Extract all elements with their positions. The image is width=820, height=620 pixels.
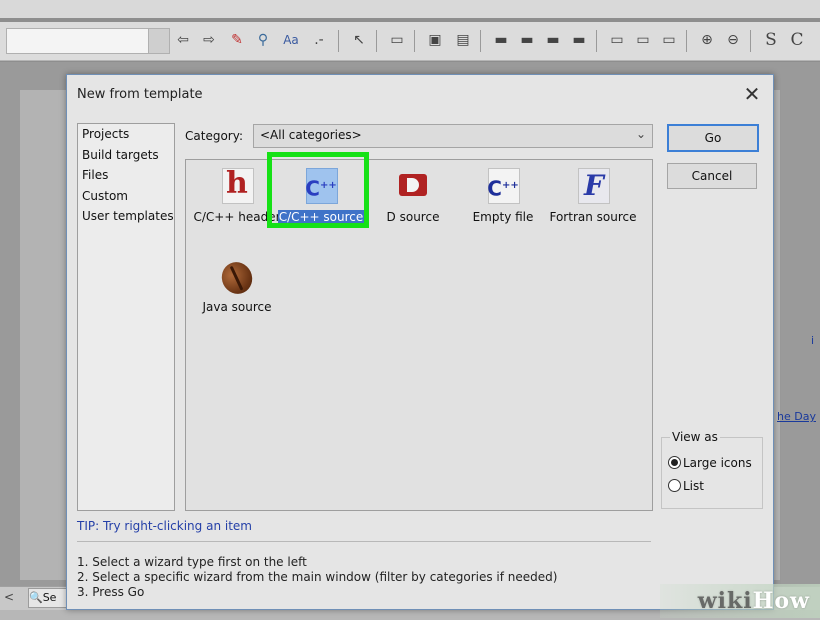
template-item-fortran-source[interactable]: F Fortran source xyxy=(548,164,638,236)
template-item-empty-file[interactable]: C++ Empty file xyxy=(458,164,548,236)
watermark-how: How xyxy=(752,588,810,614)
box-icon[interactable]: ▭ xyxy=(386,30,408,50)
search-icon: 🔍 xyxy=(29,591,43,604)
template-item-label: Java source xyxy=(202,300,272,314)
zoom-in-icon[interactable]: ⊕ xyxy=(696,30,718,50)
window-top-bar xyxy=(0,0,820,18)
instructions: 1. Select a wizard type first on the lef… xyxy=(77,555,557,600)
watermark-wiki: wiki xyxy=(697,588,753,614)
radio-label: Large icons xyxy=(683,456,752,470)
toolbar-separator xyxy=(596,30,597,52)
c-header-icon: h xyxy=(219,166,255,204)
template-item-c-header[interactable]: h C/C++ header xyxy=(192,164,282,236)
background-link[interactable]: he Day xyxy=(777,410,816,423)
bar-icon[interactable]: ▬ xyxy=(568,30,590,50)
view-list-radio[interactable]: List xyxy=(668,479,704,493)
toolbar-separator xyxy=(750,30,751,52)
toolbar: ⇦ ⇨ ✎ ⚲ Aa .- ↖ ▭ ▣ ▤ ▬ ▬ ▬ ▬ ▭ ▭ ▭ ⊕ ⊖ … xyxy=(0,22,820,61)
search-tab[interactable]: 🔍Se xyxy=(28,588,70,608)
instruction-line: 3. Press Go xyxy=(77,585,145,599)
tip-text: TIP: Try right-clicking an item xyxy=(77,519,252,533)
template-item-label: Fortran source xyxy=(549,210,637,224)
toolbar-separator xyxy=(686,30,687,52)
template-item-label: Empty file xyxy=(472,210,534,224)
template-item-label: D source xyxy=(386,210,440,224)
template-type-list: Projects Build targets Files Custom User… xyxy=(77,123,175,511)
highlight-icon[interactable]: ✎ xyxy=(226,30,248,50)
background-link[interactable]: i xyxy=(811,334,814,347)
view-as-group: View as Large icons List xyxy=(661,430,763,509)
find-icon[interactable]: ⚲ xyxy=(252,30,274,50)
toolbar-letter-s[interactable]: S xyxy=(760,30,782,50)
go-button[interactable]: Go xyxy=(667,124,759,152)
new-from-template-dialog: New from template ✕ Projects Build targe… xyxy=(66,74,774,610)
view-large-icons-radio[interactable]: Large icons xyxy=(668,456,752,470)
bar-icon[interactable]: ▬ xyxy=(490,30,512,50)
template-type-custom[interactable]: Custom xyxy=(78,186,174,207)
template-item-d-source[interactable]: D source xyxy=(368,164,458,236)
bar-icon[interactable]: ▬ xyxy=(542,30,564,50)
toolbar-separator xyxy=(376,30,377,52)
image-icon[interactable]: ▣ xyxy=(424,30,446,50)
bar-icon[interactable]: ▬ xyxy=(516,30,538,50)
category-label: Category: xyxy=(185,129,243,143)
comment-icon[interactable]: .- xyxy=(308,30,330,50)
java-source-icon xyxy=(216,257,258,299)
toolbar-combo[interactable] xyxy=(6,28,170,54)
template-type-user-templates[interactable]: User templates xyxy=(78,206,174,227)
rect-icon[interactable]: ▭ xyxy=(658,30,680,50)
zoom-out-icon[interactable]: ⊖ xyxy=(722,30,744,50)
d-source-icon xyxy=(395,168,431,204)
template-item-c-source[interactable]: C++ C/C++ source xyxy=(276,164,366,236)
toolbar-letter-c[interactable]: C xyxy=(786,30,808,50)
radio-label: List xyxy=(683,479,704,493)
category-value: <All categories> xyxy=(260,128,362,142)
select-icon[interactable]: ↖ xyxy=(348,30,370,50)
empty-file-icon: C++ xyxy=(485,168,521,204)
cancel-button[interactable]: Cancel xyxy=(667,163,757,189)
close-button[interactable]: ✕ xyxy=(739,81,765,107)
toolbar-separator xyxy=(338,30,339,52)
template-grid: h C/C++ header C++ C/C++ source D source… xyxy=(185,152,653,511)
replace-icon[interactable]: Aa xyxy=(280,30,302,50)
rect-icon[interactable]: ▭ xyxy=(606,30,628,50)
toolbar-separator xyxy=(414,30,415,52)
divider xyxy=(77,541,651,542)
rect-icon[interactable]: ▭ xyxy=(632,30,654,50)
chevron-left-icon[interactable]: < xyxy=(4,590,14,604)
radio-unselected-icon xyxy=(668,479,681,492)
template-type-files[interactable]: Files xyxy=(78,165,174,186)
toolbar-separator xyxy=(480,30,481,52)
category-select[interactable]: <All categories> ⌄ xyxy=(253,124,653,148)
template-type-build-targets[interactable]: Build targets xyxy=(78,145,174,166)
table-icon[interactable]: ▤ xyxy=(452,30,474,50)
instruction-line: 1. Select a wizard type first on the lef… xyxy=(77,555,307,569)
template-item-label: C/C++ source xyxy=(277,210,365,224)
fortran-source-icon: F xyxy=(575,168,611,204)
template-item-label: C/C++ header xyxy=(193,210,281,224)
template-type-projects[interactable]: Projects xyxy=(78,124,174,145)
template-item-java-source[interactable]: Java source xyxy=(192,254,282,326)
wikihow-watermark: wikiHow xyxy=(660,584,820,618)
back-arrow-icon[interactable]: ⇦ xyxy=(172,30,194,50)
chevron-down-icon: ⌄ xyxy=(635,127,646,141)
instruction-line: 2. Select a specific wizard from the mai… xyxy=(77,570,558,584)
c-source-icon: C++ xyxy=(303,168,339,204)
dialog-title: New from template xyxy=(77,87,203,102)
search-tab-label: Se xyxy=(42,591,57,604)
view-as-legend: View as xyxy=(670,430,720,444)
forward-arrow-icon[interactable]: ⇨ xyxy=(198,30,220,50)
radio-selected-icon xyxy=(668,456,681,469)
